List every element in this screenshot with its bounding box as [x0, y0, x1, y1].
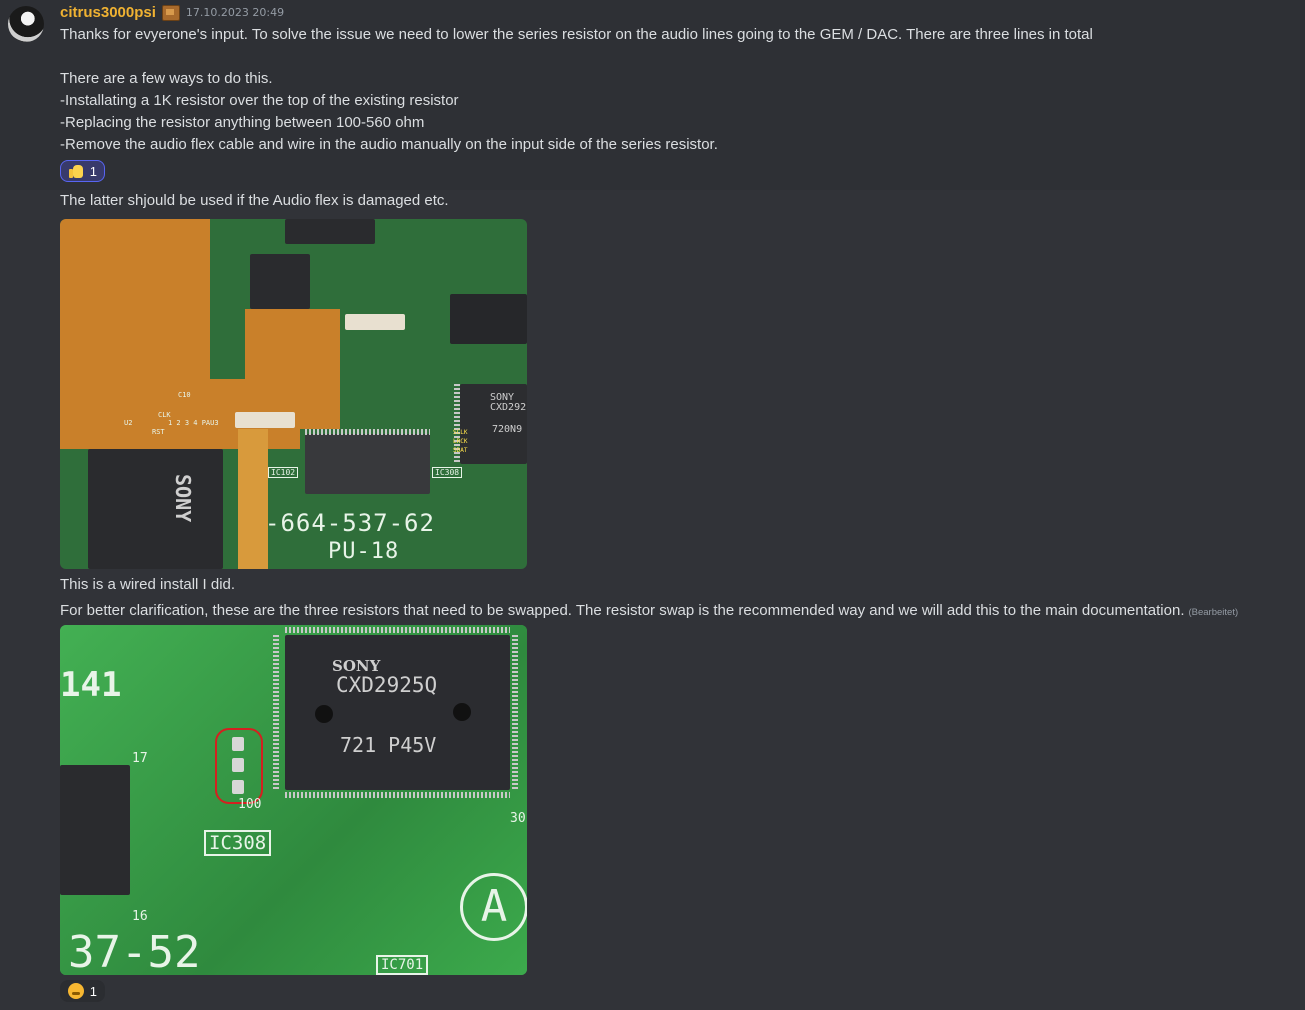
resistor [232, 780, 244, 794]
thinking-face-icon [68, 983, 84, 999]
pad-label: LRCK [453, 438, 468, 445]
chip-mark [453, 703, 471, 721]
flex-label: U2 [124, 419, 133, 427]
ic-label: IC102 [268, 467, 299, 478]
timestamp[interactable]: 17.10.2023 20:49 [186, 6, 284, 19]
message-line-latter: The latter shjould be used if the Audio … [60, 192, 449, 209]
flex-ribbon [238, 429, 268, 569]
silk-circle-a: A [460, 873, 527, 941]
username[interactable]: citrus3000psi [60, 4, 156, 21]
resistor [232, 758, 244, 772]
chip-sony-left [88, 449, 223, 569]
message-line-2: There are a few ways to do this. [60, 70, 273, 87]
reaction-thumbs-up[interactable]: 1 [60, 160, 105, 182]
flex-label: 1 2 3 4 PAU3 [168, 419, 219, 427]
message-line-wired: This is a wired install I did. [60, 576, 236, 593]
chip-pins [305, 429, 430, 435]
chip-top-strip [285, 219, 375, 244]
flex-label: RST [152, 428, 165, 436]
pin-label: 17 [132, 751, 148, 766]
ic-label-bottom: IC701 [376, 955, 429, 975]
chip-code-right: 720N9 [492, 424, 523, 435]
silk-board-number: 37-52 [68, 927, 201, 975]
message-line-5: -Remove the audio flex cable and wire in… [60, 136, 718, 153]
pin-label: 100 [238, 797, 262, 812]
message-header: citrus3000psi 17.10.2023 20:49 [60, 4, 284, 21]
connector [235, 412, 295, 428]
thumbs-up-icon [68, 163, 84, 179]
chip-left [60, 765, 130, 895]
chip-center [305, 434, 430, 494]
role-badge-icon [161, 4, 180, 21]
silk-141: 141 [60, 665, 122, 705]
pad-label: SCLK [453, 429, 468, 436]
flex-label: CLK [158, 411, 171, 419]
reaction-count: 1 [89, 983, 97, 999]
chip-code: 721 P45V [340, 733, 437, 757]
attachment-image-wired-install[interactable]: SONY SONY CXD292 720N9 -664-537-62 PU-18… [60, 219, 527, 569]
ic-label: IC308 [204, 830, 272, 856]
message-text: For better clarification, these are the … [60, 602, 1185, 619]
chip-pins [273, 635, 279, 790]
pad-label: SDAT [453, 447, 468, 454]
connector [345, 314, 405, 330]
chip-pins [285, 792, 510, 798]
ic-label: IC308 [432, 467, 463, 478]
edited-label[interactable]: (Bearbeitet) [1188, 607, 1238, 618]
flex-label: C10 [178, 391, 191, 399]
message-line-4: -Replacing the resistor anything between… [60, 114, 425, 131]
chip-brand: SONY [171, 474, 195, 523]
chip-top-right [450, 294, 527, 344]
message-line-clarify: For better clarification, these are the … [60, 602, 1238, 619]
chip-label-right: CXD292 [490, 402, 527, 413]
flex-cable-branch [245, 309, 340, 429]
attachment-image-resistors[interactable]: SONY CXD2925Q 721 P45V 141 IC308 IC701 3… [60, 625, 527, 975]
reaction-thinking[interactable]: 1 [60, 980, 105, 1002]
reaction-count: 1 [89, 163, 97, 179]
chip-pins [285, 627, 510, 633]
message-line-1: Thanks for evyerone's input. To solve th… [60, 26, 1093, 43]
pin-label: 30 [510, 811, 526, 826]
pin-label: 16 [132, 909, 148, 924]
board-number: -664-537-62 [265, 509, 435, 537]
chip-pins [512, 635, 518, 790]
chip-model: CXD2925Q [336, 673, 438, 697]
resistor [232, 737, 244, 751]
flex-cable [60, 219, 210, 449]
chip-mark [315, 705, 333, 723]
board-model: PU-18 [328, 539, 400, 564]
chip-top [250, 254, 310, 309]
message-line-3: -Installating a 1K resistor over the top… [60, 92, 459, 109]
avatar[interactable] [8, 6, 44, 42]
